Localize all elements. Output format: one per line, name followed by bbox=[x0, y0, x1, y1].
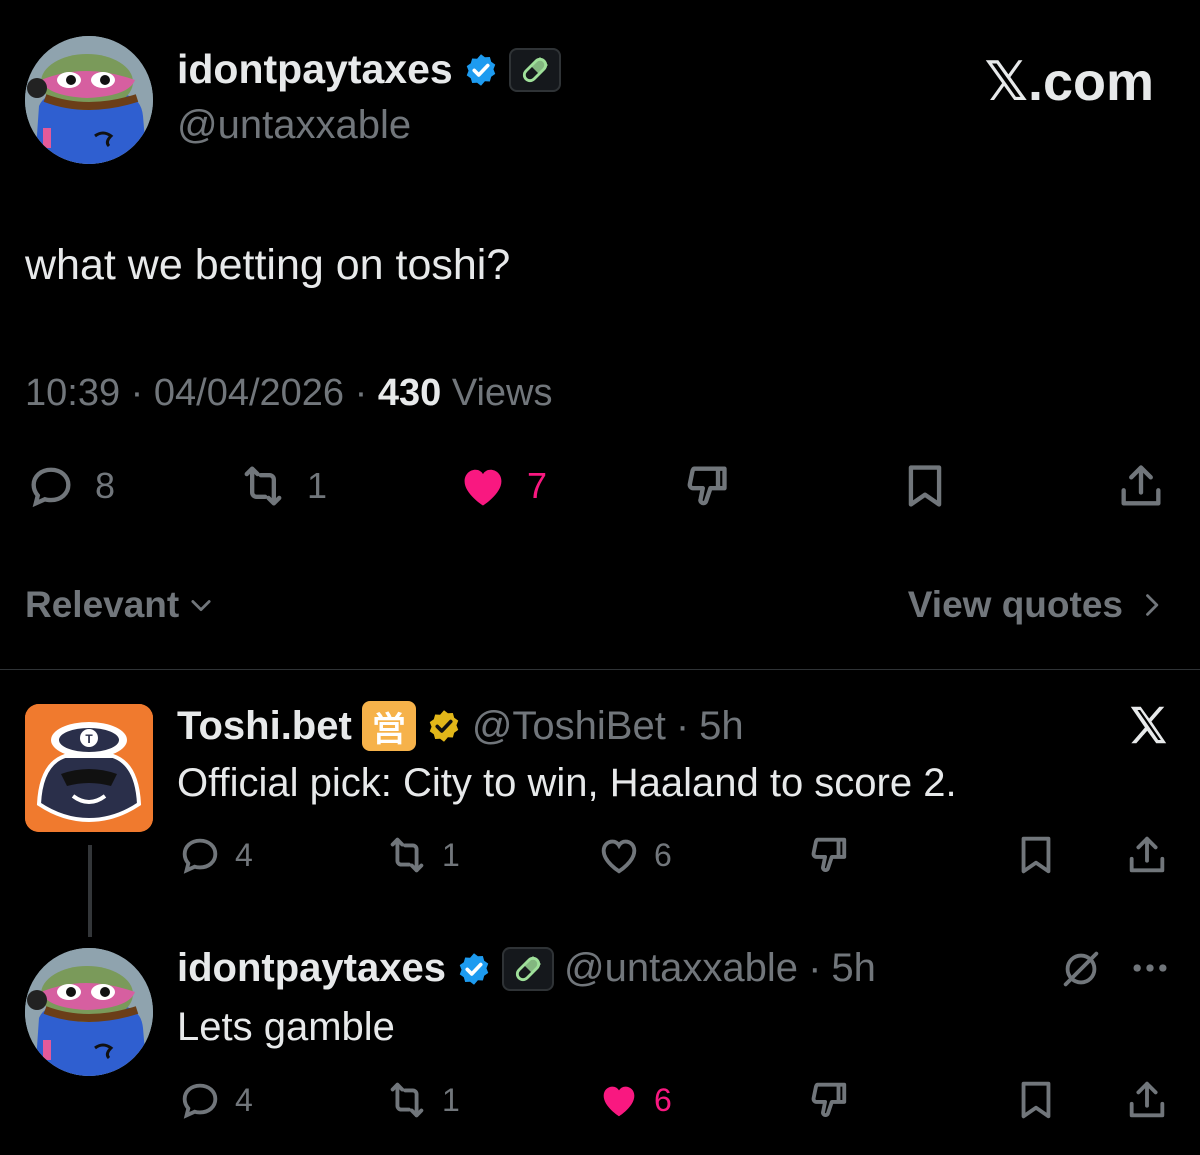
more-icon[interactable] bbox=[1128, 952, 1172, 984]
verified-badge-icon bbox=[429, 710, 459, 742]
reply-icon bbox=[182, 1083, 218, 1119]
like-count: 6 bbox=[654, 1081, 672, 1118]
repost-button[interactable]: 1 bbox=[384, 832, 460, 878]
reply-count: 4 bbox=[235, 836, 253, 873]
bookmark-button[interactable] bbox=[1013, 1077, 1059, 1123]
reply-icon bbox=[31, 467, 71, 508]
author-handle[interactable]: @untaxxable bbox=[177, 103, 411, 148]
pill-icon bbox=[508, 47, 561, 92]
reply-button[interactable]: 4 bbox=[177, 1077, 253, 1123]
bookmark-button[interactable] bbox=[1013, 832, 1059, 878]
sort-dropdown[interactable]: Relevant bbox=[25, 584, 215, 626]
repost-icon bbox=[390, 837, 424, 873]
dislike-icon bbox=[811, 1082, 847, 1118]
chevron-down-icon bbox=[191, 600, 211, 612]
tweet-meta: 10:39 · 04/04/2026 · 430 Views bbox=[25, 372, 553, 415]
share-button[interactable] bbox=[1124, 832, 1170, 878]
pepe-avatar-icon bbox=[25, 36, 153, 164]
repost-button[interactable]: 1 bbox=[384, 1077, 460, 1123]
thread-line bbox=[88, 845, 92, 937]
reply-text: Lets gamble bbox=[177, 1005, 395, 1049]
divider bbox=[0, 669, 1200, 670]
repost-count: 1 bbox=[442, 836, 460, 873]
meta-separator: · bbox=[130, 372, 144, 414]
reply-handle[interactable]: @ToshiBet bbox=[472, 704, 666, 749]
toshi-logo-icon: T bbox=[25, 704, 153, 832]
heart-icon bbox=[464, 469, 502, 506]
repost-count: 1 bbox=[442, 1081, 460, 1118]
like-button[interactable]: 7 bbox=[457, 460, 547, 512]
reply-button[interactable]: 4 bbox=[177, 832, 253, 878]
bookmark-icon bbox=[1021, 836, 1051, 874]
tweet-time[interactable]: 10:39 bbox=[25, 372, 120, 414]
tweet-text: what we betting on toshi? bbox=[25, 241, 511, 289]
reply-icon bbox=[182, 838, 218, 874]
mute-icon[interactable] bbox=[1058, 946, 1104, 992]
author-avatar[interactable] bbox=[25, 36, 153, 164]
share-button[interactable] bbox=[1124, 1077, 1170, 1123]
verified-badge-icon bbox=[466, 53, 495, 86]
views-count: 430 bbox=[377, 372, 442, 414]
pill-icon bbox=[501, 946, 554, 991]
repost-count: 1 bbox=[307, 465, 328, 506]
sort-label: Relevant bbox=[25, 584, 180, 625]
reply-author-avatar[interactable] bbox=[25, 948, 153, 1076]
dislike-icon bbox=[811, 837, 847, 873]
meta-separator: · bbox=[354, 372, 368, 414]
reply-header: Toshi.bet 営 @ToshiBet · 5h bbox=[177, 701, 744, 751]
reply-count: 4 bbox=[235, 1081, 253, 1118]
svg-text:T: T bbox=[85, 732, 93, 746]
reply-time[interactable]: 5h bbox=[699, 704, 744, 749]
view-quotes-link[interactable]: View quotes bbox=[908, 584, 1165, 626]
views-label: Views bbox=[451, 372, 553, 414]
dislike-button[interactable] bbox=[804, 1077, 850, 1123]
dislike-button[interactable] bbox=[679, 460, 731, 512]
like-count: 6 bbox=[654, 836, 672, 873]
share-icon bbox=[1121, 465, 1161, 506]
reply-display-name[interactable]: Toshi.bet bbox=[177, 704, 352, 749]
bookmark-icon bbox=[1021, 1081, 1051, 1119]
x-com-watermark: 𝕏.com bbox=[984, 52, 1154, 112]
repost-icon bbox=[390, 1082, 424, 1118]
verified-badge-icon bbox=[459, 952, 489, 985]
share-icon bbox=[1129, 836, 1165, 873]
like-count: 7 bbox=[527, 465, 548, 506]
reply-handle[interactable]: @untaxxable bbox=[564, 946, 798, 991]
heart-icon bbox=[601, 839, 637, 874]
x-logo-icon[interactable] bbox=[1124, 702, 1172, 748]
meta-separator: · bbox=[675, 703, 690, 748]
reply-text: Official pick: City to win, Haaland to s… bbox=[177, 761, 957, 805]
reply-header: idontpaytaxes @untaxxable · 5h bbox=[177, 946, 876, 991]
affiliate-badge[interactable]: 営 bbox=[361, 701, 416, 751]
author-display-name[interactable]: idontpaytaxes bbox=[177, 46, 453, 93]
like-button[interactable]: 6 bbox=[596, 832, 672, 878]
meta-separator: · bbox=[808, 946, 822, 990]
heart-icon bbox=[603, 1086, 635, 1117]
bookmark-button[interactable] bbox=[899, 460, 951, 512]
reply-button[interactable]: 8 bbox=[25, 460, 115, 512]
bookmark-icon bbox=[908, 465, 942, 507]
dislike-icon bbox=[687, 466, 727, 506]
share-button[interactable] bbox=[1115, 460, 1167, 512]
pepe-avatar-icon bbox=[25, 948, 153, 1076]
share-icon bbox=[1129, 1081, 1165, 1118]
like-button[interactable]: 6 bbox=[596, 1077, 672, 1123]
reply-display-name[interactable]: idontpaytaxes bbox=[177, 946, 446, 991]
view-quotes-label: View quotes bbox=[907, 584, 1123, 625]
author-name-row: idontpaytaxes bbox=[177, 46, 561, 93]
reply-count: 8 bbox=[95, 465, 116, 506]
tweet-date[interactable]: 04/04/2026 bbox=[154, 372, 344, 414]
toshibet-avatar[interactable]: T bbox=[25, 704, 153, 832]
reply-time[interactable]: 5h bbox=[831, 946, 876, 991]
repost-button[interactable]: 1 bbox=[237, 460, 327, 512]
repost-icon bbox=[244, 466, 282, 506]
tweet-actions: 8 1 7 bbox=[25, 460, 1175, 520]
chevron-right-icon bbox=[1146, 594, 1159, 616]
dislike-button[interactable] bbox=[804, 832, 850, 878]
